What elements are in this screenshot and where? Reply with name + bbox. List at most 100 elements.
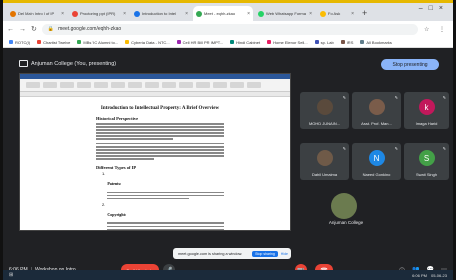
word-ruler xyxy=(20,92,290,97)
hide-button[interactable]: Hide xyxy=(281,252,288,256)
window-controls[interactable]: –□× xyxy=(419,5,449,12)
bookmark-item[interactable]: sp. Lab xyxy=(314,40,334,45)
paragraph xyxy=(96,123,224,140)
tab-favicon-icon xyxy=(134,10,140,17)
section-heading: Different Types of IP xyxy=(96,164,137,170)
tab-label: Fo Ask xyxy=(328,11,341,16)
ribbon-tool xyxy=(196,82,210,88)
text-line xyxy=(96,123,224,125)
mic-muted-icon: ✎ xyxy=(342,146,346,151)
text-line xyxy=(96,132,224,134)
mic-muted-icon: ✎ xyxy=(442,146,446,151)
text-line xyxy=(96,135,224,137)
text-line xyxy=(96,146,224,148)
browser-tab-strip: Del Ma'n Intro l of IP × Proctoring ppt (… xyxy=(3,3,453,21)
bookmark-label: Chartist Twelve xyxy=(43,39,71,45)
ribbon-tool xyxy=(43,82,57,88)
windows-start-icon[interactable]: ⊞ xyxy=(9,272,13,278)
bookmark-item[interactable]: IRS xyxy=(340,40,353,45)
avatar xyxy=(368,99,385,115)
close-icon[interactable]: × xyxy=(61,11,64,17)
tab-favicon-icon xyxy=(196,10,202,17)
participant-tile[interactable]: ✎ MOHD JUNAIN... xyxy=(300,92,349,129)
paragraph xyxy=(96,142,224,160)
tab-favicon-icon xyxy=(10,10,16,17)
browser-tab-active[interactable]: Meet - eqhh-zkao × xyxy=(193,6,253,21)
windows-taskbar: ⊞ 6:06 PM 05-06-23 xyxy=(3,270,453,280)
document-title: Introduction to Intellectual Property: A… xyxy=(100,106,220,111)
address-bar: ← → ↻ 🔒 meet.google.com/eqhh-zkao ☆ ⋮ xyxy=(3,21,453,37)
stop-sharing-button[interactable]: Stop sharing xyxy=(252,250,278,257)
stop-presenting-button[interactable]: Stop presenting xyxy=(381,59,439,70)
close-icon[interactable]: × xyxy=(351,11,354,17)
forward-icon[interactable]: → xyxy=(19,26,26,33)
bookmark-icon xyxy=(37,40,42,44)
bullet-icon: 2. xyxy=(102,201,106,207)
browser-tab[interactable]: Web Whatsapp Forma × xyxy=(255,6,315,21)
bookmark-icon xyxy=(176,40,181,44)
close-icon[interactable]: × xyxy=(309,11,312,17)
url-input[interactable]: 🔒 meet.google.com/eqhh-zkao xyxy=(41,23,418,35)
participant-tile[interactable]: ✎ N Naeed Gonkino xyxy=(352,143,401,180)
bookmark-item[interactable]: Cell HR Bill PR IMPT... xyxy=(176,39,224,45)
participant-name: MOHD JUNAIN... xyxy=(308,121,341,126)
participant-tile[interactable]: ✎ Asst. Prof. Man... xyxy=(352,92,401,129)
text-line xyxy=(96,129,224,131)
new-tab-icon[interactable]: + xyxy=(362,6,367,21)
close-icon[interactable]: × xyxy=(247,11,250,17)
bookmark-label: Cell HR Bill PR IMPT... xyxy=(182,39,224,45)
sharing-banner-text: meet.google.com is sharing a window. xyxy=(178,251,243,256)
tab-favicon-icon xyxy=(320,10,326,17)
bookmark-label: Hindi Cabinet xyxy=(236,39,261,45)
bullet-lines: Copyright: xyxy=(107,203,224,230)
self-tile[interactable]: Anjuman College xyxy=(316,191,376,227)
ribbon-tool xyxy=(230,82,244,88)
document-page: Introduction to Intellectual Property: A… xyxy=(90,100,230,230)
browser-tab[interactable]: Del Ma'n Intro l of IP × xyxy=(7,6,67,21)
ribbon-tool xyxy=(111,82,125,88)
browser-tab[interactable]: Introduction to Intel × xyxy=(131,6,191,21)
text-line xyxy=(96,126,224,128)
participant-name: Naeed Gonkino xyxy=(362,172,391,177)
meet-stage: Anjuman College (You, presenting) Stop p… xyxy=(3,49,453,260)
url-text: meet.google.com/eqhh-zkao xyxy=(58,26,122,32)
reload-icon[interactable]: ↻ xyxy=(31,25,37,33)
participant-tile[interactable]: ✎ S Swati Singh xyxy=(404,143,449,180)
browser-tab[interactable]: Proctoring ppt (IPR) × xyxy=(69,6,129,21)
participant-name: Imaga Harid xyxy=(415,121,438,126)
bookmark-item[interactable]: MBs 'IC Alumni to... xyxy=(77,40,118,45)
bookmark-label: All Bookmarks xyxy=(366,39,392,45)
text-line xyxy=(96,158,154,160)
self-avatar xyxy=(331,193,357,219)
bullet-item: 2. Copyright: xyxy=(102,201,224,230)
bookmark-label: Cyberia Data - NTC... xyxy=(131,39,170,45)
bookmark-item[interactable]: ROTC(I) xyxy=(9,40,30,45)
participant-tile[interactable]: ✎ Dahil Umaima xyxy=(300,143,349,180)
text-line xyxy=(96,155,224,157)
bookmarks-bar: ROTC(I) Chartist Twelve MBs 'IC Alumni t… xyxy=(3,37,453,48)
tab-label: Del Ma'n Intro l of IP xyxy=(18,11,55,16)
back-icon[interactable]: ← xyxy=(7,26,14,33)
tab-label: Proctoring ppt (IPR) xyxy=(80,11,116,16)
ribbon-tool xyxy=(179,82,193,88)
text-line xyxy=(96,149,224,151)
bookmark-item[interactable]: All Bookmarks xyxy=(360,40,392,45)
bookmark-icon xyxy=(267,40,272,44)
bookmark-icon xyxy=(77,40,82,44)
close-icon[interactable]: × xyxy=(185,11,188,17)
close-icon[interactable]: × xyxy=(123,11,126,17)
section-heading: Historical Perspective xyxy=(96,116,139,121)
ribbon-tool xyxy=(213,82,227,88)
participant-tile[interactable]: ✎ k Imaga Harid xyxy=(404,92,449,129)
browser-tab[interactable]: Fo Ask × xyxy=(317,6,357,21)
bookmark-item[interactable]: Hindi Cabinet xyxy=(230,40,260,45)
bookmark-item[interactable]: Home Elenor Sell... xyxy=(267,39,308,45)
bookmark-label: Home Elenor Sell... xyxy=(273,39,308,45)
presenting-indicator: Anjuman College (You, presenting) xyxy=(19,60,116,67)
bookmark-label: MBs 'IC Alumni to... xyxy=(83,39,119,45)
bookmark-item[interactable]: Chartist Twelve xyxy=(37,40,70,45)
ribbon-tool xyxy=(145,82,159,88)
bookmark-item[interactable]: Cyberia Data - NTC... xyxy=(125,39,170,45)
extensions-icon[interactable]: ☆ ⋮ xyxy=(424,26,449,33)
avatar: N xyxy=(368,150,385,166)
